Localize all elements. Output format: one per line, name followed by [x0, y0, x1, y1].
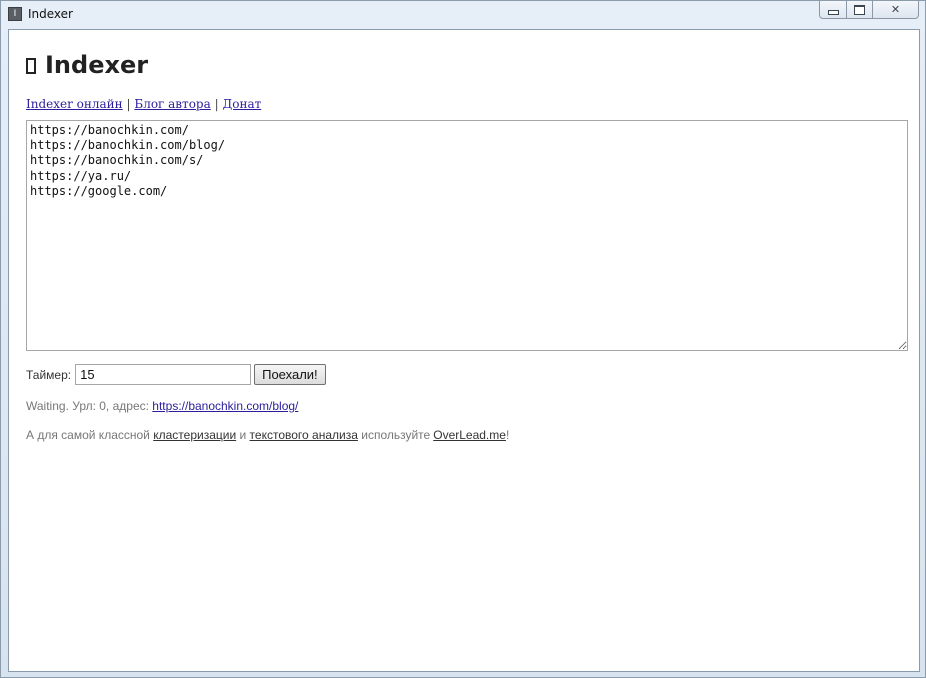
box-icon — [26, 58, 36, 74]
footer-note: А для самой классной кластеризации и тек… — [26, 428, 509, 442]
page-title-text: Indexer — [45, 51, 149, 79]
author-blog-link[interactable]: Блог автора — [134, 97, 210, 111]
app-icon: I — [8, 7, 22, 21]
link-separator: | — [214, 97, 219, 111]
status-text: Waiting. Урл: 0, адрес: — [26, 399, 149, 413]
timer-row: Таймер: Поехали! — [26, 364, 326, 385]
footer-text: А для самой классной — [26, 428, 150, 442]
window-title: Indexer — [28, 7, 73, 21]
maximize-icon — [854, 4, 865, 15]
overlead-link[interactable]: OverLead.me — [433, 428, 506, 442]
page-title: Indexer — [26, 51, 148, 79]
link-separator: | — [126, 97, 131, 111]
status-line: Waiting. Урл: 0, адрес: https://banochki… — [26, 399, 298, 413]
donate-link[interactable]: Донат — [222, 97, 261, 111]
title-bar[interactable]: I Indexer ✕ — [1, 1, 925, 29]
top-links: Indexer онлайн | Блог автора | Донат — [26, 97, 261, 111]
urls-textarea[interactable] — [26, 120, 908, 351]
clustering-link[interactable]: кластеризации — [153, 428, 236, 442]
app-window: I Indexer ✕ Indexer Indexer онлайн | Бло… — [0, 0, 926, 678]
timer-label: Таймер: — [26, 367, 72, 382]
timer-input[interactable] — [75, 364, 252, 385]
footer-text: и — [239, 428, 247, 442]
minimize-icon — [827, 10, 839, 15]
window-controls: ✕ — [819, 1, 919, 19]
maximize-button[interactable] — [846, 1, 872, 19]
minimize-button[interactable] — [819, 1, 846, 19]
go-button[interactable]: Поехали! — [254, 364, 326, 385]
footer-text: используйте — [361, 428, 431, 442]
footer-text: ! — [505, 428, 510, 442]
client-area: Indexer Indexer онлайн | Блог автора | Д… — [8, 29, 920, 672]
close-icon: ✕ — [890, 3, 901, 16]
text-analysis-link[interactable]: текстового анализа — [250, 428, 358, 442]
close-button[interactable]: ✕ — [872, 1, 919, 19]
status-url-link[interactable]: https://banochkin.com/blog/ — [152, 399, 298, 413]
indexer-online-link[interactable]: Indexer онлайн — [26, 97, 123, 111]
